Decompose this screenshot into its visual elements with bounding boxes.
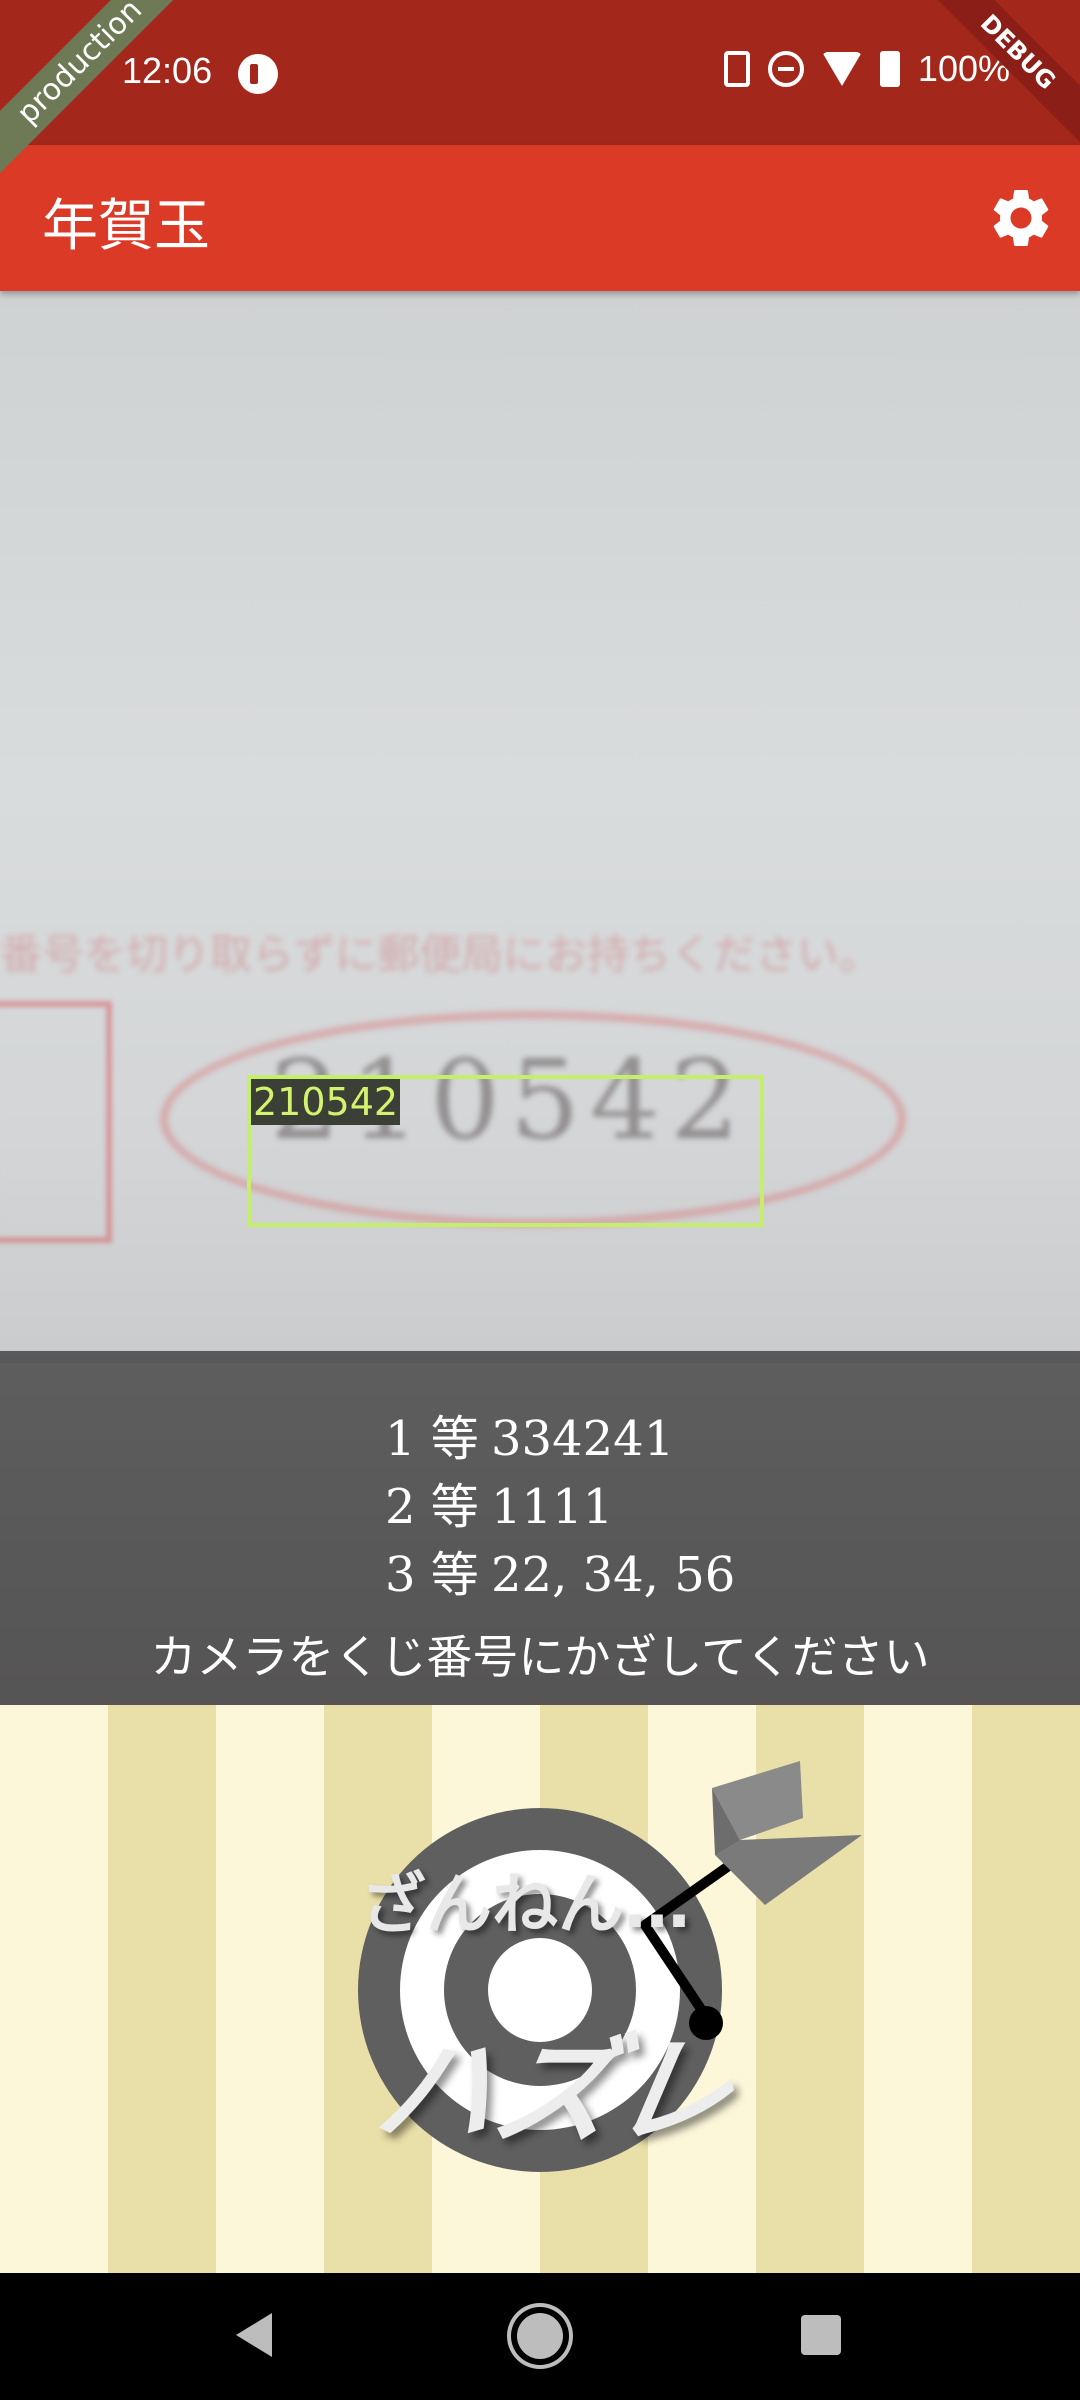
prize-rank: 1 等 xyxy=(385,1411,479,1467)
prize-line-3: 3 等 22, 34, 56 xyxy=(385,1535,735,1605)
back-icon[interactable] xyxy=(236,2313,272,2357)
wifi-icon xyxy=(821,52,862,86)
prize-numbers: 334241 xyxy=(491,1411,675,1467)
ticket-stamp-frame xyxy=(0,1001,112,1243)
gear-icon xyxy=(993,189,1049,246)
prize-info-overlay: 1 等 334241 2 等 1111 3 等 22, 34, 56 カメラをくじ番号… xyxy=(0,1363,1080,1705)
ticket-background-text: 番号を切り取らずに郵便局にお持ちください。 xyxy=(0,930,882,979)
instruction-text: カメラをくじ番号にかざしてください xyxy=(150,1630,930,1684)
app-notification-icon xyxy=(238,54,278,94)
app-bar: 年賀玉 xyxy=(0,145,1080,291)
prize-rank: 2 等 xyxy=(385,1479,479,1535)
detected-number: 210542 xyxy=(251,1079,401,1125)
do-not-disturb-icon xyxy=(767,51,804,87)
navigation-bar xyxy=(0,2273,1080,2400)
status-icons: 100% xyxy=(723,48,1010,90)
prize-line-2: 2 等 1111 xyxy=(385,1467,613,1537)
dartboard-miss-icon xyxy=(358,1761,862,2172)
settings-button[interactable] xyxy=(986,183,1056,253)
battery-charging-icon xyxy=(879,51,900,87)
app-title: 年賀玉 xyxy=(42,194,210,259)
recents-icon[interactable] xyxy=(801,2315,841,2355)
prize-rank: 3 等 xyxy=(385,1547,479,1603)
status-bar: 12:06 100% xyxy=(0,0,1080,145)
result-panel: ざんねん… ハズレ xyxy=(0,1705,1080,2273)
result-subtitle: ざんねん… xyxy=(360,1866,690,1943)
vibrate-icon xyxy=(723,51,750,87)
prize-numbers: 1111 xyxy=(491,1479,614,1535)
status-time: 12:06 xyxy=(122,50,213,91)
prize-line-1: 1 等 334241 xyxy=(385,1399,674,1469)
prize-numbers: 22, 34, 56 xyxy=(491,1547,736,1603)
home-icon[interactable] xyxy=(517,2313,563,2359)
result-title: ハズレ xyxy=(365,2021,745,2160)
